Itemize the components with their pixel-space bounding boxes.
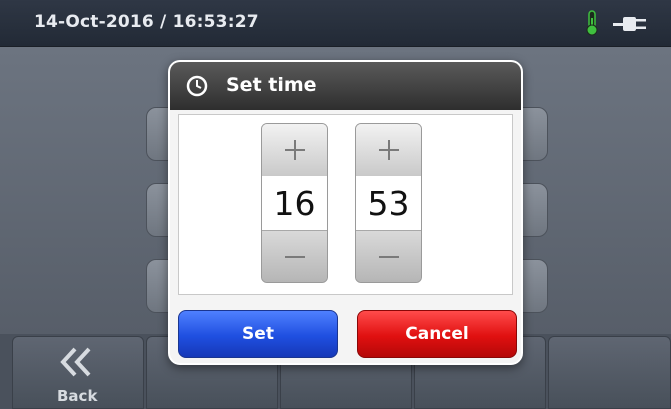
minute-value: 53 xyxy=(356,176,421,230)
time-picker: 16 53 xyxy=(178,114,513,295)
hour-decrement-button[interactable] xyxy=(262,230,327,282)
datetime-display: 14-Oct-2016 / 16:53:27 xyxy=(34,12,259,32)
hour-value: 16 xyxy=(262,176,327,230)
hour-increment-button[interactable] xyxy=(262,124,327,177)
thermometer-icon xyxy=(586,10,598,36)
back-label: Back xyxy=(57,387,98,405)
set-button[interactable]: Set xyxy=(178,310,338,358)
power-plug-icon xyxy=(613,17,646,31)
status-bar: 14-Oct-2016 / 16:53:27 xyxy=(0,0,671,47)
back-button[interactable]: Back xyxy=(12,336,144,409)
minute-spinner: 53 xyxy=(355,123,422,283)
minus-icon xyxy=(378,256,399,258)
minute-decrement-button[interactable] xyxy=(356,230,421,282)
plus-icon xyxy=(284,140,305,160)
plus-icon xyxy=(378,140,399,160)
double-chevron-left-icon xyxy=(60,347,91,377)
set-time-dialog: Set time 16 53 Set Cancel xyxy=(168,60,523,365)
minute-increment-button[interactable] xyxy=(356,124,421,177)
dialog-title: Set time xyxy=(226,74,317,96)
nav-slot xyxy=(548,336,671,409)
cancel-button[interactable]: Cancel xyxy=(357,310,517,358)
clock-icon xyxy=(186,75,208,97)
minus-icon xyxy=(284,256,305,258)
hour-spinner: 16 xyxy=(261,123,328,283)
dialog-title-bar: Set time xyxy=(170,62,521,110)
